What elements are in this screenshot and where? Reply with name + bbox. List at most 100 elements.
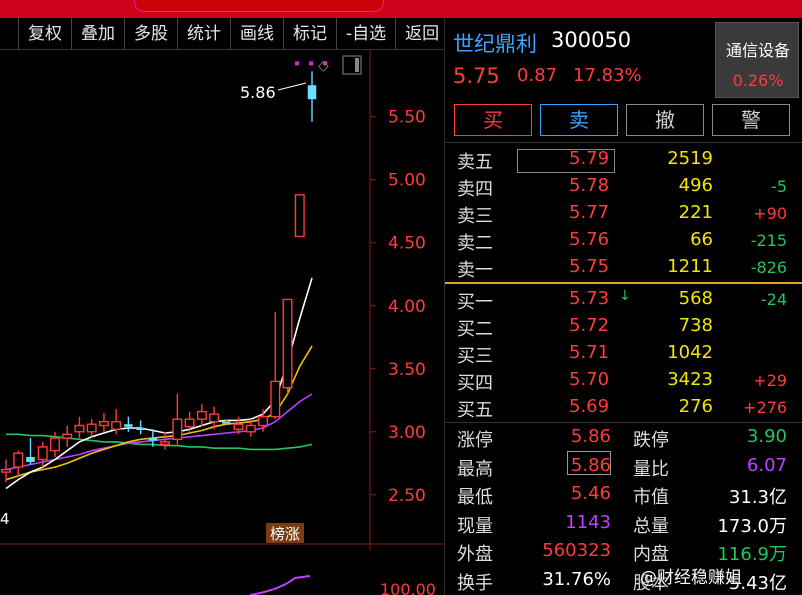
left-axis-fragment: 4 [0,510,10,528]
order-volume-change: -5 [771,177,787,196]
sector-change-percent: 0.26% [732,71,784,90]
stat-label: 换手 [457,572,493,594]
toolbar-overlay-button[interactable]: 叠加 [71,18,124,50]
toolbar-multi-stock-button[interactable]: 多股 [124,18,177,50]
diamond-icon[interactable]: ◇ [318,58,329,74]
candle-body [62,433,73,439]
candle[interactable] [62,425,73,447]
alert-button[interactable]: 警 [712,104,790,136]
stat-label: 市值 [633,487,669,508]
bid-row[interactable]: 买五 5.69 276 +276 [445,394,802,421]
candle[interactable] [172,393,183,445]
candle[interactable] [74,416,85,439]
toolbar-remove-watchlist-button[interactable]: -自选 [336,18,395,50]
ask-row[interactable]: 卖四 5.78 496 -5 [445,173,802,200]
ask-row[interactable]: 卖五 5.79 2519 [445,146,802,173]
candle[interactable] [307,71,317,122]
y-tick-label: 3.50 [388,360,426,380]
candle-body [258,415,269,427]
order-price: 5.73 [569,288,610,309]
ma-white-line [5,277,313,490]
candle-body [49,437,60,452]
bid-row[interactable]: 买二 5.72 738 [445,313,802,340]
stat-value: 3.90 [746,426,787,447]
candle[interactable] [98,412,109,432]
candle-body [294,194,305,238]
buy-button[interactable]: 买 [454,104,532,136]
stat-row: 涨停 5.86 跌停 3.90 [445,424,802,452]
price-change: 0.87 [517,65,558,86]
stat-row: 最低 5.46 市值 31.3亿 [445,481,802,509]
ask-row[interactable]: 卖三 5.77 221 +90 [445,200,802,227]
stat-value: 6.07 [746,454,787,476]
y-tick-label: 5.00 [388,171,426,191]
order-volume-change: +276 [743,398,787,417]
order-volume-change: -215 [750,231,787,250]
candle[interactable] [196,404,207,427]
stat-value: 5.46 [570,483,611,504]
candle-body [86,423,97,433]
order-level-label: 买四 [457,373,493,394]
order-level-label: 买五 [457,400,493,421]
sell-button[interactable]: 卖 [540,104,618,136]
ask-row[interactable]: 卖二 5.76 66 -215 [445,227,802,254]
cancel-order-button[interactable]: 撤 [626,104,704,136]
sector-box[interactable]: 通信设备 0.26% [715,22,799,98]
candle[interactable] [86,419,97,437]
high-annotation-pointer [277,82,307,91]
top-search-pill[interactable] [134,0,384,12]
candle-body [307,85,317,100]
candle[interactable] [160,431,171,450]
bid-ask-divider [445,282,802,284]
y-tick-label: 2.50 [388,486,426,506]
candle[interactable] [49,431,60,457]
order-level-label: 卖二 [457,233,493,254]
toolbar-draw-button[interactable]: 画线 [230,18,283,50]
divider [445,422,802,423]
candle[interactable] [26,438,35,465]
candle[interactable] [282,298,293,394]
stat-value: 173.0万 [717,515,787,537]
order-price: 5.70 [569,369,610,390]
order-volume-change: +29 [753,371,787,390]
rank-badge[interactable]: 榜涨 [270,525,300,543]
bid-row[interactable]: 买四 5.70 3423 +29 [445,367,802,394]
stat-value: 5.86 [570,454,611,476]
candle-body [209,413,220,423]
stock-name[interactable]: 世纪鼎利 [453,28,537,58]
candle-body [124,424,133,427]
price-change-percent: 17.83% [573,65,642,86]
candle-body [74,424,85,433]
order-volume: 568 [678,288,713,309]
candle-body [13,452,24,468]
candle[interactable] [124,416,133,432]
y-tick-label: 3.00 [388,423,426,443]
order-price: 5.79 [569,148,610,169]
toolbar-fuquan-button[interactable]: 复权 [18,18,71,50]
candle[interactable] [13,450,24,476]
candle-body [282,298,293,389]
candlestick-chart[interactable]: 5.50 5.00 4.50 4.00 3.50 3.00 2.50 ◇ 5.86 4 榜涨… [0,50,444,595]
candle[interactable] [294,194,305,238]
toolbar-mark-button[interactable]: 标记 [283,18,336,50]
order-level-label: 买三 [457,346,493,367]
candle[interactable] [270,312,281,420]
order-level-label: 买一 [457,292,493,313]
order-price: 5.72 [569,315,610,336]
candle-body [270,380,281,418]
indicator-axis-tick: 100.00 [380,580,436,595]
signal-marker [295,61,299,66]
order-price: 5.71 [569,342,610,363]
bid-row[interactable]: 买三 5.71 1042 [445,340,802,367]
toolbar-stats-button[interactable]: 统计 [177,18,230,50]
stat-row: 换手 31.76% 股本 5.43亿 [445,567,802,595]
order-price: 5.77 [569,202,610,223]
candle-body [37,446,48,461]
candle-body [1,468,11,473]
current-price: 5.75 [453,64,500,88]
toolbar-back-button[interactable]: 返回 [395,18,448,50]
panel-toggle-icon-bar [355,58,359,72]
ask-row[interactable]: 卖一 5.75 1211 -826 [445,254,802,281]
watermark: @财经稳赚姐 [640,568,742,588]
